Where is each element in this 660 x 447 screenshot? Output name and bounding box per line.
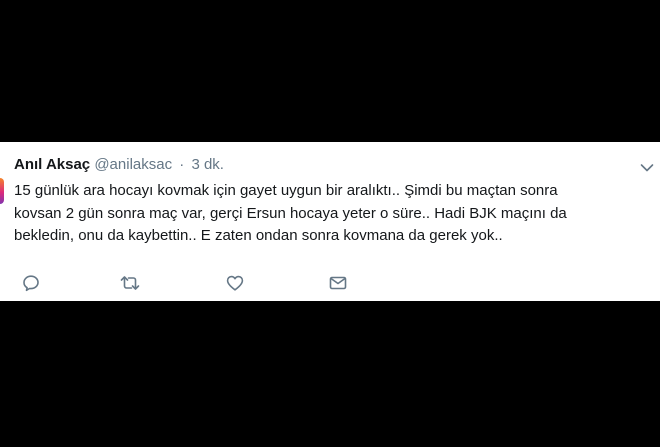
- tweet-text-line: kovsan 2 gün sonra maç var, gerçi Ersun …: [14, 204, 567, 222]
- tweet-text-line: bekledin, onu da kaybettin.. E zaten ond…: [14, 227, 503, 244]
- author-name[interactable]: Anıl Aksaç: [14, 156, 90, 173]
- tweet-header: Anıl Aksaç @anilaksac · 3 dk.: [14, 156, 224, 174]
- avatar[interactable]: [0, 178, 4, 204]
- retweet-icon: [120, 276, 140, 290]
- like-button[interactable]: [224, 272, 246, 294]
- envelope-icon: [329, 276, 347, 290]
- retweet-button[interactable]: [119, 272, 141, 294]
- tweet-card: Anıl Aksaç @anilaksac · 3 dk. 15 günlük …: [0, 142, 660, 301]
- header-separator: ·: [179, 156, 185, 173]
- reply-icon: [23, 275, 39, 292]
- tweet-text-line: 15 günlük ara hocayı kovmak için gayet u…: [14, 182, 558, 199]
- reply-button[interactable]: [20, 272, 42, 294]
- author-handle[interactable]: @anilaksac: [94, 156, 172, 173]
- tweet-timestamp[interactable]: 3 dk.: [191, 156, 224, 173]
- tweet-text: 15 günlük ara hocayı kovmak için gayet u…: [14, 180, 660, 248]
- tweet-actions: [0, 272, 660, 294]
- chevron-down-icon[interactable]: [640, 160, 654, 172]
- heart-icon: [226, 275, 244, 291]
- direct-message-button[interactable]: [327, 272, 349, 294]
